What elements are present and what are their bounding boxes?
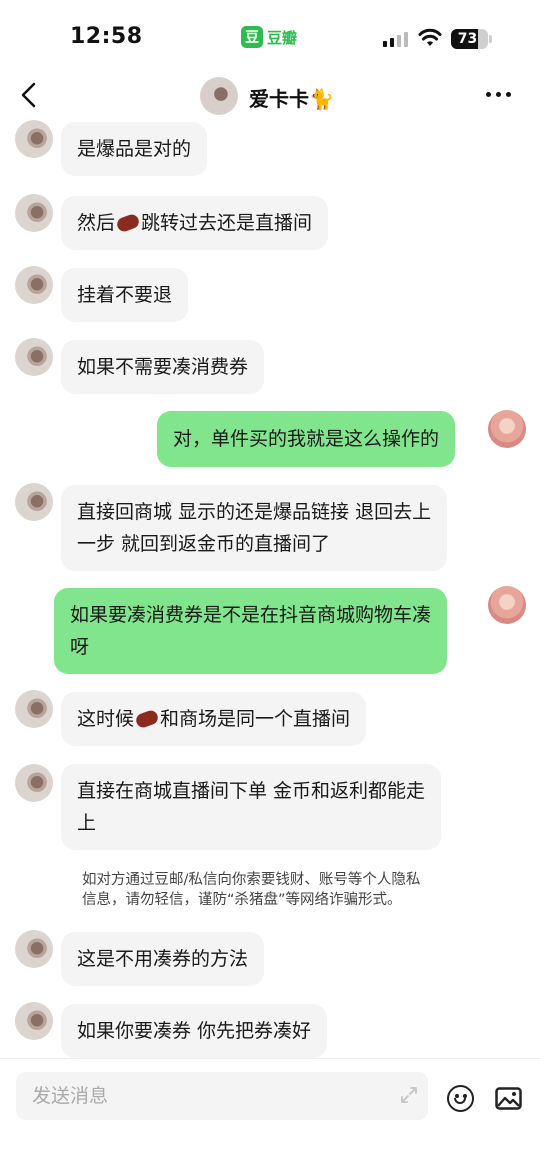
- chat-header: 爱卡卡🐈: [0, 70, 540, 120]
- message-list[interactable]: 是爆品是对的 然后 跳转过去还是直播间 挂着不要退 如果不需要凑消费券 对，单件买…: [0, 118, 540, 1058]
- avatar[interactable]: [15, 1002, 53, 1040]
- bean-emoji-icon: [115, 212, 141, 233]
- message-text: 如果不需要凑消费券: [77, 356, 249, 378]
- message-bubble-own[interactable]: 如果要凑消费券是不是在抖音商城购物车凑 呀: [54, 588, 448, 674]
- message-text: 一步 就回到返金币的直播间了: [77, 533, 331, 555]
- message-text: 直接在商城直播间下单 金币和返利都能走: [77, 780, 426, 802]
- battery-level: 73: [457, 31, 478, 47]
- emoji-icon[interactable]: [447, 1085, 474, 1112]
- avatar[interactable]: [15, 690, 53, 728]
- own-avatar[interactable]: [488, 410, 526, 448]
- contact-name[interactable]: 爱卡卡🐈: [249, 83, 334, 112]
- message-text: 上: [77, 812, 97, 834]
- app-name: 豆瓣: [267, 28, 298, 47]
- back-to-app-indicator[interactable]: 豆 豆瓣: [241, 26, 297, 48]
- message-bubble[interactable]: 直接在商城直播间下单 金币和返利都能走 上: [61, 764, 442, 850]
- message-text: 对，单件买的我就是这么操作的: [173, 428, 440, 450]
- expand-icon[interactable]: [400, 1086, 418, 1104]
- message-input-box[interactable]: [16, 1072, 428, 1120]
- message-bubble[interactable]: 这时候 和商场是同一个直播间: [61, 692, 367, 746]
- bean-emoji-icon: [134, 708, 160, 729]
- message-text: 直接回商城 显示的还是爆品链接 退回去上: [77, 501, 432, 523]
- message-bubble-own[interactable]: 对，单件买的我就是这么操作的: [157, 411, 456, 467]
- message-bubble[interactable]: 挂着不要退: [61, 268, 189, 322]
- message-text: 和商场是同一个直播间: [160, 708, 351, 730]
- input-bar: [0, 1058, 540, 1173]
- image-icon[interactable]: [495, 1087, 522, 1110]
- message-text: 跳转过去还是直播间: [141, 212, 313, 234]
- safety-notice: 如对方通过豆邮/私信向你索要钱财、账号等个人隐私 信息，请勿轻信，谨防“杀猪盘”…: [82, 870, 462, 910]
- own-avatar[interactable]: [488, 586, 526, 624]
- notice-text: 信息，请勿轻信，谨防“杀猪盘”等网络诈骗形式。: [82, 892, 402, 908]
- status-bar: 12:58 豆 豆瓣 73: [0, 0, 540, 70]
- avatar[interactable]: [15, 266, 53, 304]
- douban-logo-icon: 豆: [241, 26, 263, 48]
- avatar[interactable]: [15, 194, 53, 232]
- message-bubble[interactable]: 是爆品是对的: [61, 122, 208, 176]
- message-text: 如果要凑消费券是不是在抖音商城购物车凑: [70, 604, 432, 626]
- contact-avatar[interactable]: [200, 77, 238, 115]
- message-text: 呀: [70, 636, 90, 658]
- notice-text: 如对方通过豆邮/私信向你索要钱财、账号等个人隐私: [82, 872, 421, 888]
- chevron-left-icon[interactable]: [18, 82, 42, 108]
- message-input[interactable]: [32, 1072, 372, 1120]
- avatar[interactable]: [15, 930, 53, 968]
- message-bubble[interactable]: 如果不需要凑消费券: [61, 340, 265, 394]
- signal-icon: [383, 32, 408, 47]
- wifi-icon: [418, 28, 442, 46]
- avatar[interactable]: [15, 120, 53, 158]
- avatar[interactable]: [15, 764, 53, 802]
- message-text: 是爆品是对的: [77, 138, 192, 160]
- more-dots-icon[interactable]: [486, 92, 511, 97]
- message-text: 这是不用凑券的方法: [77, 948, 249, 970]
- message-bubble[interactable]: 直接回商城 显示的还是爆品链接 退回去上 一步 就回到返金币的直播间了: [61, 485, 448, 571]
- message-text: 如果你要凑券 你先把券凑好: [77, 1020, 312, 1042]
- message-text: 挂着不要退: [77, 284, 173, 306]
- message-bubble[interactable]: 如果你要凑券 你先把券凑好: [61, 1004, 328, 1058]
- avatar[interactable]: [15, 483, 53, 521]
- message-bubble[interactable]: 然后 跳转过去还是直播间: [61, 196, 329, 250]
- battery-tip: [489, 35, 492, 43]
- message-text: 然后: [77, 212, 116, 234]
- status-time: 12:58: [70, 24, 143, 49]
- message-bubble[interactable]: 这是不用凑券的方法: [61, 932, 265, 986]
- avatar[interactable]: [15, 338, 53, 376]
- message-text: 这时候: [77, 708, 135, 730]
- battery-icon: 73: [451, 29, 488, 49]
